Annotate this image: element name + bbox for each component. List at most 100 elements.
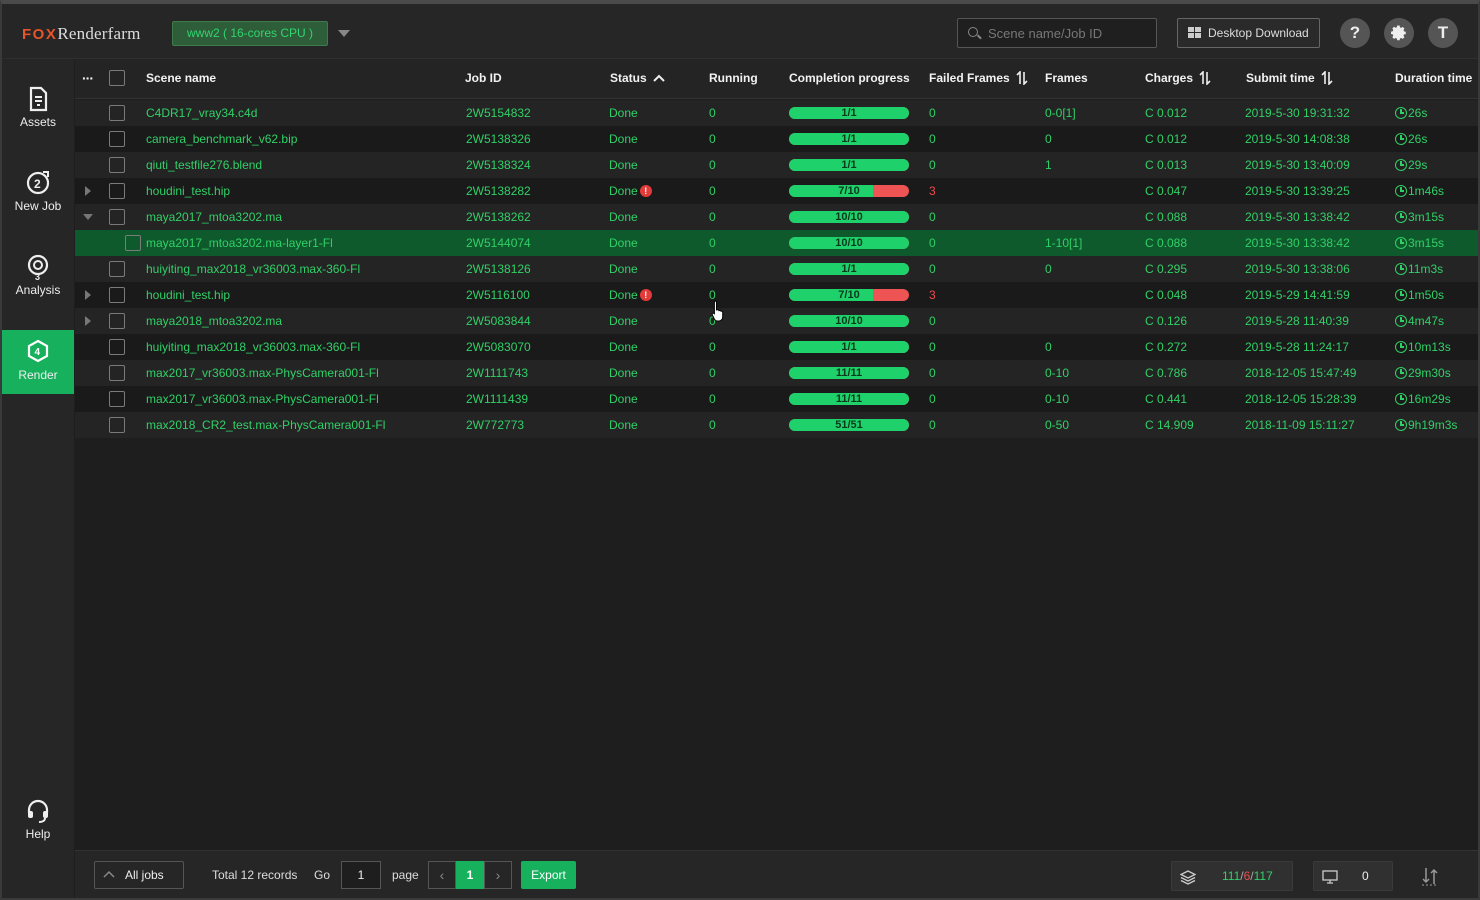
table-row[interactable]: maya2017_mtoa3202.ma-layer1-Fl 2W5144074 D…: [75, 230, 1478, 256]
total-records: Total 12 records: [212, 868, 298, 882]
table-row[interactable]: camera_benchmark_v62.bip 2W5138326 Done 0 1/…: [75, 126, 1478, 152]
column-running[interactable]: Running: [709, 59, 758, 99]
table-row[interactable]: maya2017_mtoa3202.ma 2W5138262 Done 0 10/10 0…: [75, 204, 1478, 230]
select-all-checkbox[interactable]: [109, 70, 125, 86]
job-id-cell: 2W5138262: [466, 210, 531, 224]
frames-cell: 0: [1045, 340, 1052, 354]
sidebar-item-analysis[interactable]: 3 Analysis: [2, 245, 74, 309]
search-input[interactable]: [988, 19, 1148, 47]
error-alert-icon[interactable]: !: [639, 288, 652, 301]
table-row[interactable]: houdini_test.hip 2W5116100 Done! 0 7/10 3 C 0.…: [75, 282, 1478, 308]
column-scene-name[interactable]: Scene name: [146, 59, 216, 99]
charges-cell: C 14.909: [1145, 418, 1194, 432]
table-row[interactable]: C4DR17_vray34.c4d 2W5154832 Done 0 1/1 0 0-0[1…: [75, 100, 1478, 126]
column-submit-time[interactable]: Submit time: [1246, 59, 1333, 99]
settings-button[interactable]: [1384, 18, 1414, 48]
charges-cell: C 0.272: [1145, 340, 1188, 354]
running-cell: 0: [709, 106, 716, 120]
status-cell: Done: [609, 360, 638, 386]
chevron-down-icon[interactable]: [338, 30, 350, 37]
stat-total: 117: [1253, 869, 1273, 883]
table-row[interactable]: huiyiting_max2018_vr36003.max-360-Fl 2W50…: [75, 334, 1478, 360]
column-menu-icon[interactable]: ···: [82, 59, 94, 99]
table-row[interactable]: huiyiting_max2018_vr36003.max-360-Fl 2W51…: [75, 256, 1478, 282]
table-row[interactable]: max2017_vr36003.max-PhysCamera001-Fl 2W11…: [75, 386, 1478, 412]
table-row[interactable]: maya2018_mtoa3202.ma 2W5083844 Done 0 10/10 0…: [75, 308, 1478, 334]
prev-page-button[interactable]: ‹: [428, 861, 456, 889]
all-jobs-button[interactable]: All jobs: [94, 861, 184, 889]
column-duration-time[interactable]: Duration time: [1395, 59, 1472, 99]
row-checkbox[interactable]: [109, 417, 125, 433]
clock-icon: [1395, 236, 1407, 249]
charges-cell: C 0.295: [1145, 262, 1188, 276]
collapse-caret-icon[interactable]: [83, 214, 93, 220]
next-page-button[interactable]: ›: [484, 861, 512, 889]
column-failed-frames[interactable]: Failed Frames: [929, 59, 1028, 99]
column-charges[interactable]: Charges: [1145, 59, 1211, 99]
duration-cell: 3m15s: [1395, 204, 1444, 230]
row-checkbox[interactable]: [109, 157, 125, 173]
duration-text: 11m3s: [1408, 262, 1444, 276]
running-cell: 0: [709, 210, 716, 224]
sidebar-item-render[interactable]: 4 Render: [2, 330, 74, 394]
table-row[interactable]: houdini_test.hip 2W5138282 Done! 0 7/10 3 C 0.…: [75, 178, 1478, 204]
table-row[interactable]: max2018_CR2_test.max-PhysCamera001-Fl 2W7…: [75, 412, 1478, 438]
status-text: Done: [609, 184, 638, 198]
page-input[interactable]: [341, 861, 381, 889]
progress-text: 10/10: [835, 315, 863, 327]
scene-name-cell: C4DR17_vray34.c4d: [146, 106, 258, 120]
sidebar-item-assets[interactable]: Assets: [2, 77, 74, 141]
error-alert-icon[interactable]: !: [639, 184, 652, 197]
page-number-current[interactable]: 1: [456, 861, 484, 889]
gear-icon: [1391, 25, 1406, 41]
row-checkbox[interactable]: [109, 131, 125, 147]
completion-progress-bar: 1/1: [789, 263, 909, 275]
row-checkbox[interactable]: [109, 313, 125, 329]
region-selector[interactable]: www2 ( 16-cores CPU ): [172, 21, 328, 46]
submit-time-cell: 2019-5-30 13:38:06: [1245, 262, 1350, 276]
page-label: page: [392, 868, 419, 882]
row-checkbox[interactable]: [109, 209, 125, 225]
row-checkbox[interactable]: [125, 235, 141, 251]
column-job-id[interactable]: Job ID: [465, 59, 502, 99]
row-checkbox[interactable]: [109, 261, 125, 277]
submit-time-cell: 2019-5-28 11:40:39: [1245, 314, 1349, 328]
sort-icon: [1199, 70, 1211, 85]
job-id-cell: 2W5138282: [466, 184, 531, 198]
column-status[interactable]: Status: [610, 59, 665, 99]
duration-cell: 29m30s: [1395, 360, 1451, 386]
row-checkbox[interactable]: [109, 183, 125, 199]
job-id-cell: 2W5083844: [466, 314, 531, 328]
status-cell: Done: [609, 230, 638, 256]
sidebar-item-new-job[interactable]: 2 New Job: [2, 161, 74, 225]
duration-cell: 11m3s: [1395, 256, 1443, 282]
duration-text: 26s: [1408, 106, 1428, 120]
running-cell: 0: [709, 262, 716, 276]
progress-text: 1/1: [841, 341, 857, 353]
expand-caret-icon[interactable]: [85, 186, 91, 196]
expand-caret-icon[interactable]: [85, 290, 91, 300]
status-text: Done: [609, 158, 638, 172]
svg-text:2: 2: [34, 177, 41, 191]
column-frames[interactable]: Frames: [1045, 59, 1088, 99]
job-id-cell: 2W1111743: [466, 366, 529, 380]
running-cell: 0: [709, 158, 716, 172]
row-checkbox[interactable]: [109, 365, 125, 381]
help-button[interactable]: ?: [1340, 18, 1370, 48]
frames-cell: 1: [1045, 158, 1052, 172]
sort-toggle-icon[interactable]: [1419, 865, 1441, 887]
row-checkbox[interactable]: [109, 287, 125, 303]
row-checkbox[interactable]: [109, 105, 125, 121]
table-row[interactable]: max2017_vr36003.max-PhysCamera001-Fl 2W11…: [75, 360, 1478, 386]
row-checkbox[interactable]: [109, 391, 125, 407]
table-row[interactable]: qiuti_testfile276.blend 2W5138324 Done 0 1/1…: [75, 152, 1478, 178]
export-button[interactable]: Export: [521, 861, 576, 889]
expand-caret-icon[interactable]: [85, 316, 91, 326]
column-completion-progress[interactable]: Completion progress: [789, 59, 910, 99]
row-checkbox[interactable]: [109, 339, 125, 355]
user-avatar[interactable]: T: [1428, 18, 1458, 48]
job-id-cell: 2W5116100: [466, 288, 530, 302]
desktop-download-button[interactable]: Desktop Download: [1177, 18, 1320, 48]
running-cell: 0: [709, 184, 716, 198]
sidebar-item-help[interactable]: Help: [2, 789, 74, 853]
